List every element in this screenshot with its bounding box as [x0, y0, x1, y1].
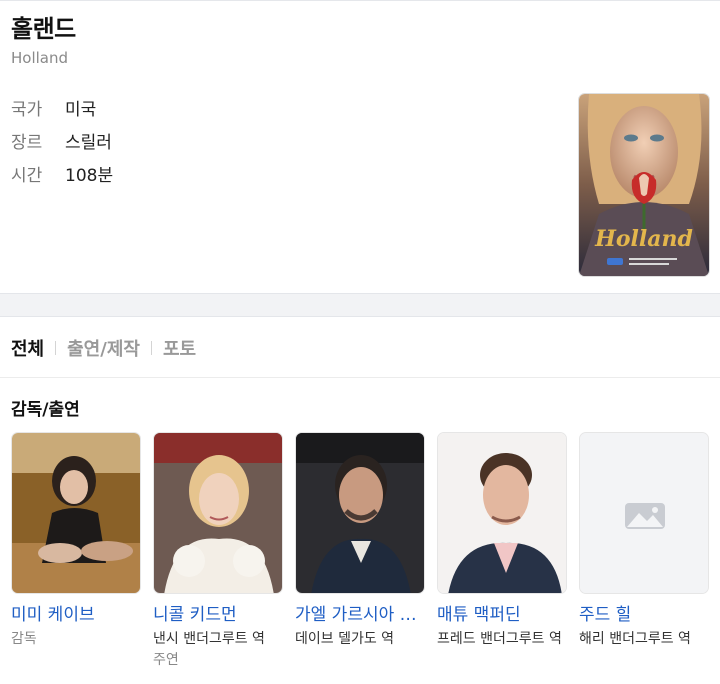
person-role: 데이브 델가도 역 [295, 631, 395, 647]
tab-all[interactable]: 전체 [11, 335, 44, 361]
person-photo[interactable] [153, 432, 283, 594]
poster-image: Holland [579, 94, 709, 276]
cast-card[interactable]: 니콜 키드먼 낸시 밴더그루트 역 주연 [153, 432, 283, 671]
person-name[interactable]: 매튜 맥퍼딘 [437, 604, 567, 626]
tabs-divider [0, 377, 720, 378]
info-key: 국가 [11, 100, 43, 120]
photo-image [154, 433, 282, 593]
section-title: 감독/출연 [11, 400, 80, 420]
tab-separator [55, 341, 57, 355]
person-photo[interactable] [295, 432, 425, 594]
person-photo[interactable] [437, 432, 567, 594]
person-name[interactable]: 가엘 가르시아 베르날 [295, 604, 425, 626]
movie-title: 홀랜드 [11, 15, 76, 43]
cast-card[interactable]: 주드 힐 해리 밴더그루트 역 [579, 432, 709, 671]
photo-image [12, 433, 140, 593]
cast-card[interactable]: 매튜 맥퍼딘 프레드 밴더그루트 역 [437, 432, 567, 671]
info-row-country: 국가 미국 [11, 91, 113, 124]
person-role: 프레드 밴더그루트 역 [437, 631, 562, 647]
tab-cast-crew[interactable]: 출연/제작 [67, 335, 140, 361]
tab-separator [150, 341, 152, 355]
top-divider [0, 0, 720, 1]
movie-info-list: 국가 미국 장르 스릴러 시간 108분 [11, 91, 113, 190]
movie-original-title: Holland [11, 49, 69, 67]
person-billing: 주연 [153, 652, 179, 668]
person-role: 낸시 밴더그루트 역 [153, 631, 265, 647]
cast-card[interactable]: 가엘 가르시아 베르날 데이브 델가도 역 [295, 432, 425, 671]
person-name[interactable]: 니콜 키드먼 [153, 604, 283, 626]
person-name[interactable]: 주드 힐 [579, 604, 709, 626]
info-value: 미국 [65, 100, 97, 120]
info-key: 시간 [11, 166, 43, 186]
person-photo[interactable] [11, 432, 141, 594]
info-value: 108분 [65, 166, 114, 186]
cast-card[interactable]: 미미 케이브 감독 [11, 432, 141, 671]
tab-photos[interactable]: 포토 [163, 335, 196, 361]
person-photo-placeholder[interactable] [579, 432, 709, 594]
cast-list: 미미 케이브 감독 니콜 키드먼 낸시 밴더그루트 역 주연 가엘 가르시아 베… [11, 432, 720, 671]
person-name[interactable]: 미미 케이브 [11, 604, 141, 626]
section-divider-band [0, 293, 720, 317]
movie-poster[interactable]: Holland [578, 93, 710, 277]
person-role: 감독 [11, 631, 37, 647]
info-value: 스릴러 [65, 133, 112, 153]
photo-image [438, 433, 566, 593]
info-row-genre: 장르 스릴러 [11, 124, 113, 157]
photo-image [296, 433, 424, 593]
poster-title-text: Holland [594, 226, 693, 252]
person-role: 해리 밴더그루트 역 [579, 631, 691, 647]
image-placeholder-icon [580, 433, 708, 593]
info-row-runtime: 시간 108분 [11, 157, 113, 190]
tab-bar: 전체 출연/제작 포토 [11, 333, 196, 363]
info-key: 장르 [11, 133, 43, 153]
